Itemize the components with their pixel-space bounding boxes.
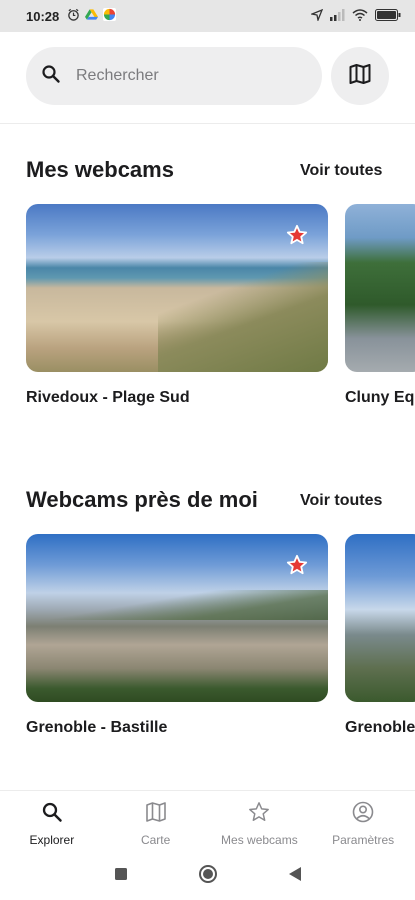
nav-tab-explorer[interactable]: Explorer — [0, 791, 104, 852]
favorite-star-icon[interactable] — [286, 224, 308, 251]
nav-tab-label: Explorer — [29, 833, 75, 847]
webcam-thumbnail-detail — [158, 262, 328, 372]
battery-icon — [375, 8, 401, 24]
favorite-star-icon[interactable] — [286, 554, 308, 581]
bottom-navigation: Explorer Carte Mes webcams Paramètres — [0, 790, 415, 852]
home-circle-icon[interactable] — [198, 864, 218, 889]
nav-tab-label: Mes webcams — [221, 833, 298, 847]
webcam-card-cluny[interactable] — [345, 204, 415, 372]
webcam-card-grenoble-bastille[interactable] — [26, 534, 328, 702]
search-icon — [41, 801, 63, 828]
map-button[interactable] — [331, 47, 389, 105]
nav-tab-parametres[interactable]: Paramètres — [311, 791, 415, 852]
location-icon — [309, 8, 324, 24]
nav-tab-label: Carte — [140, 833, 171, 847]
recents-square-icon[interactable] — [114, 867, 128, 886]
webcam-thumbnail-detail — [26, 590, 328, 620]
nav-tab-label: Paramètres — [332, 833, 395, 847]
see-all-nearby-webcams-link[interactable]: Voir toutes — [300, 492, 382, 510]
section-title-my-webcams: Mes webcams — [26, 157, 174, 182]
star-icon — [248, 801, 270, 828]
map-icon — [349, 63, 371, 89]
map-icon — [145, 801, 167, 828]
search-icon — [41, 64, 61, 89]
system-navigation-bar — [0, 852, 415, 900]
signal-icon — [330, 8, 345, 24]
photos-icon — [103, 8, 117, 24]
webcam-card-rivedoux[interactable] — [26, 204, 328, 372]
webcam-card-label: Rivedoux - Plage Sud — [26, 389, 190, 406]
status-time: 10:28 — [26, 8, 60, 24]
nav-tab-mes-webcams[interactable]: Mes webcams — [208, 791, 312, 852]
header-divider — [0, 123, 415, 124]
search-input[interactable] — [76, 67, 296, 85]
see-all-my-webcams-link[interactable]: Voir toutes — [300, 162, 382, 180]
nav-tab-carte[interactable]: Carte — [104, 791, 208, 852]
google-drive-icon — [85, 8, 99, 24]
webcam-card-label: Cluny Eq — [345, 389, 415, 406]
webcam-card-grenoble[interactable] — [345, 534, 415, 702]
webcam-card-label: Grenoble — [345, 719, 415, 736]
back-triangle-icon[interactable] — [288, 866, 302, 887]
status-bar: 10:28 — [0, 0, 415, 32]
account-icon — [352, 801, 374, 828]
alarm-icon — [67, 8, 80, 24]
section-title-nearby-webcams: Webcams près de moi — [26, 487, 258, 512]
search-bar[interactable] — [26, 47, 322, 105]
webcam-card-label: Grenoble - Bastille — [26, 719, 168, 736]
wifi-icon — [352, 8, 368, 24]
